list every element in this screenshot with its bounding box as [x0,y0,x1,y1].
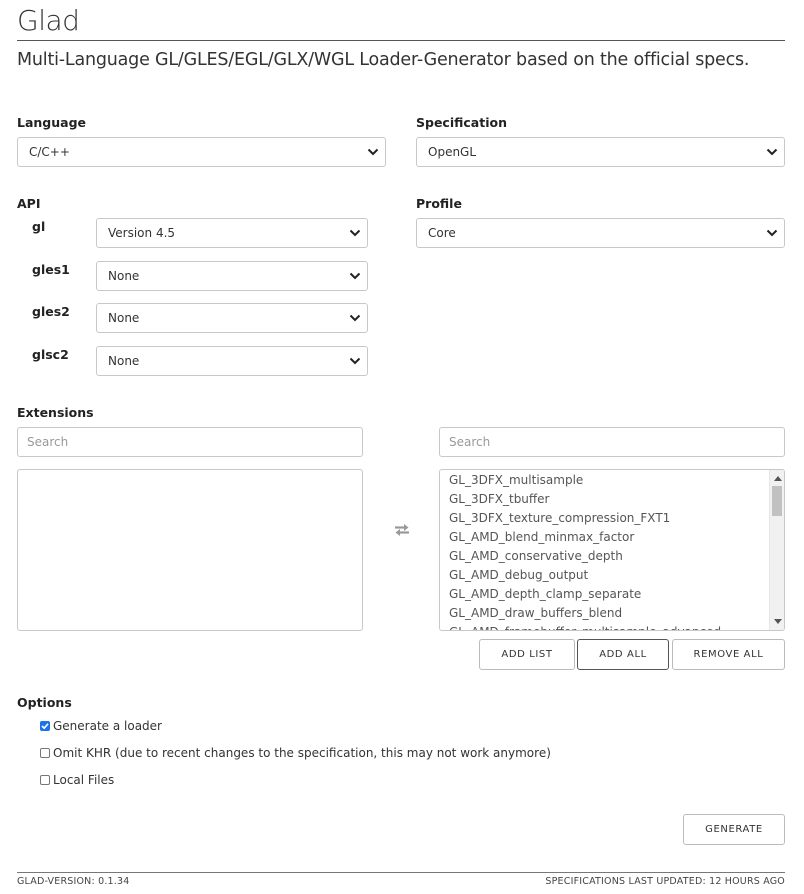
list-scrollbar[interactable] [769,470,784,630]
option-label: Generate a loader [53,719,162,733]
profile-select[interactable]: Core [416,218,785,248]
chevron-down-icon [760,219,784,247]
remove-all-button[interactable]: REMOVE ALL [672,639,785,670]
api-gl-label: gl [32,219,46,234]
available-extensions-list[interactable]: GL_3DFX_multisample GL_3DFX_tbuffer GL_3… [439,469,785,631]
generate-button[interactable]: GENERATE [683,814,785,845]
chevron-down-icon [361,138,385,166]
list-item[interactable]: GL_AMD_depth_clamp_separate [440,585,784,604]
language-label: Language [17,115,87,130]
chevron-down-icon [343,347,367,375]
api-gles1-select[interactable]: None [96,261,368,291]
page-title: Glad [17,4,80,37]
option-omit-khr[interactable]: Omit KHR (due to recent changes to the s… [40,746,551,760]
glad-version: GLAD-VERSION: 0.1.34 [17,876,130,887]
api-gl-value: Version 4.5 [108,226,176,240]
api-glsc2-select[interactable]: None [96,346,368,376]
page-subtitle: Multi-Language GL/GLES/EGL/GLX/WGL Loade… [17,50,750,70]
scroll-up-arrow-icon[interactable] [770,471,784,485]
footer-divider [17,872,785,873]
list-item[interactable]: GL_3DFX_tbuffer [440,490,784,509]
selected-extensions-list[interactable] [17,469,363,631]
profile-label: Profile [416,196,462,211]
list-item[interactable]: GL_3DFX_texture_compression_FXT1 [440,509,784,528]
api-gles1-value: None [108,269,140,283]
chevron-down-icon [343,219,367,247]
chevron-down-icon [343,304,367,332]
api-gles1-label: gles1 [32,262,70,277]
api-glsc2-value: None [108,354,140,368]
api-gles2-label: gles2 [32,304,70,319]
options-label: Options [17,695,72,710]
language-value: C/C++ [29,145,70,159]
api-label: API [17,196,41,211]
option-local-files[interactable]: Local Files [40,773,114,787]
selected-extensions-search-input[interactable]: Search [17,427,363,457]
api-gles2-value: None [108,311,140,325]
available-extensions-search-input[interactable]: Search [439,427,785,457]
option-generate-loader[interactable]: Generate a loader [40,719,162,733]
api-glsc2-label: glsc2 [32,347,69,362]
swap-arrows-icon[interactable] [393,521,411,539]
add-all-button[interactable]: ADD ALL [577,639,669,670]
option-label: Omit KHR (due to recent changes to the s… [53,746,551,760]
api-gles2-select[interactable]: None [96,303,368,333]
language-select[interactable]: C/C++ [17,137,386,167]
list-item[interactable]: GL_AMD_draw_buffers_blend [440,604,784,623]
add-list-button[interactable]: ADD LIST [479,639,575,670]
checkbox[interactable] [40,775,50,785]
list-item[interactable]: GL_AMD_framebuffer_multisample_advanced [440,623,784,630]
specification-select[interactable]: OpenGL [416,137,785,167]
search-placeholder: Search [449,435,491,449]
option-label: Local Files [53,773,115,787]
scrollbar-thumb[interactable] [772,486,782,516]
chevron-down-icon [343,262,367,290]
profile-value: Core [428,226,456,240]
list-item[interactable]: GL_3DFX_multisample [440,471,784,490]
checkbox[interactable] [40,748,50,758]
scroll-down-arrow-icon[interactable] [770,615,784,629]
list-item[interactable]: GL_AMD_conservative_depth [440,547,784,566]
checkbox-checked[interactable] [40,721,50,731]
extensions-label: Extensions [17,405,94,420]
search-placeholder: Search [27,435,69,449]
specification-value: OpenGL [428,145,477,159]
specification-label: Specification [416,115,507,130]
specs-last-updated: SPECIFICATIONS LAST UPDATED: 12 HOURS AG… [545,876,785,887]
api-gl-select[interactable]: Version 4.5 [96,218,368,248]
title-divider [17,40,785,41]
list-item[interactable]: GL_AMD_blend_minmax_factor [440,528,784,547]
list-item[interactable]: GL_AMD_debug_output [440,566,784,585]
chevron-down-icon [760,138,784,166]
